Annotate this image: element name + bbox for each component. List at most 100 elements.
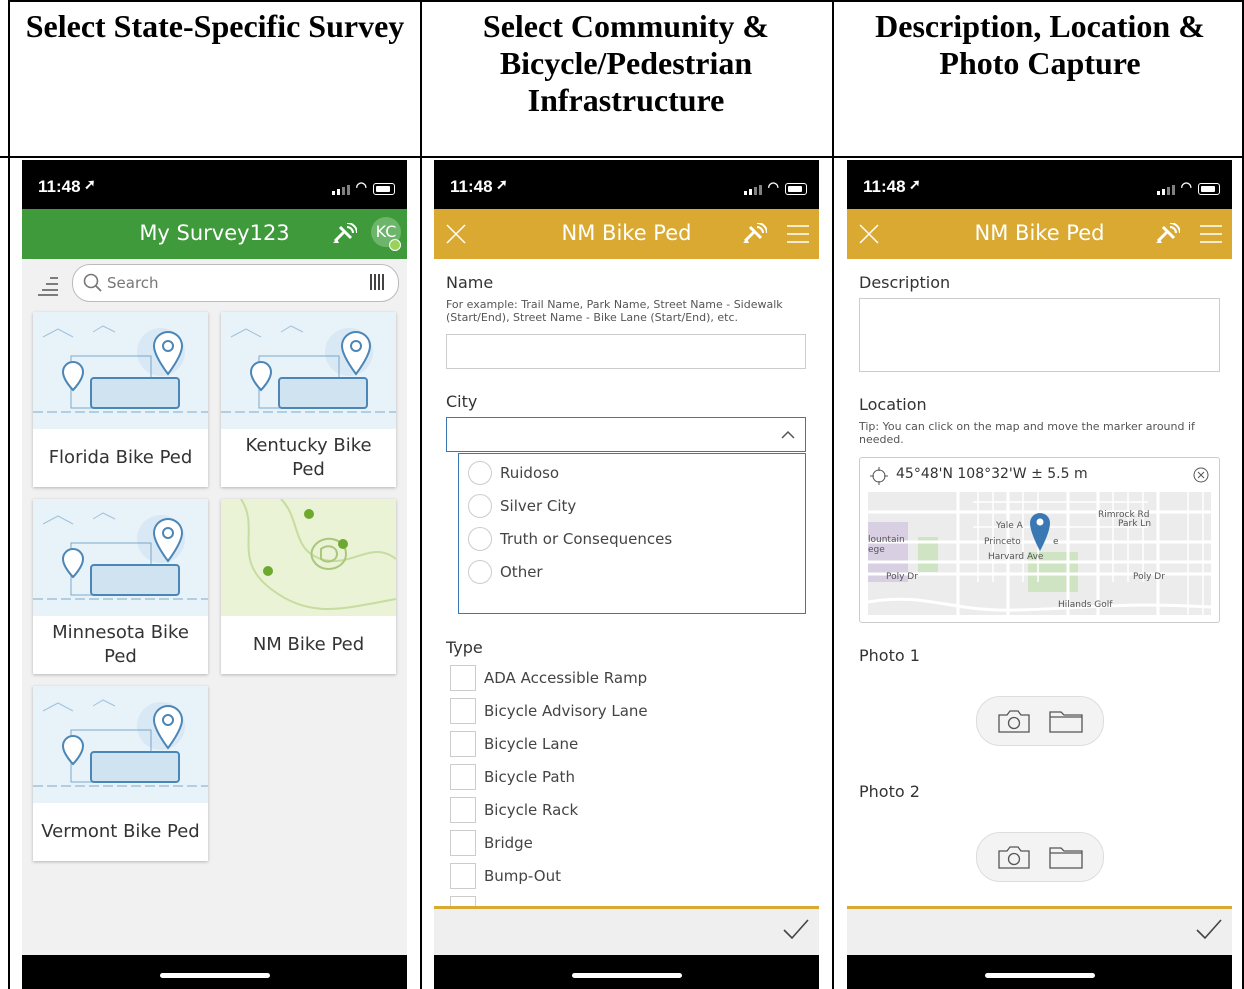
survey-card[interactable]: Minnesota Bike Ped bbox=[33, 499, 208, 674]
city-option-label: Other bbox=[500, 563, 543, 581]
city-option-label: Ruidoso bbox=[500, 464, 560, 482]
city-illustration-thumb bbox=[33, 312, 208, 429]
survey-card[interactable]: Vermont Bike Ped bbox=[33, 686, 208, 861]
clear-location-icon[interactable] bbox=[1193, 467, 1209, 483]
city-illustration-thumb bbox=[33, 499, 208, 616]
menu-icon[interactable] bbox=[1200, 225, 1222, 243]
city-select[interactable] bbox=[446, 417, 806, 452]
wifi-icon: ◠ bbox=[1180, 179, 1192, 194]
status-icons: ◠ bbox=[331, 179, 395, 195]
location-arrow-icon: ➚ bbox=[909, 176, 921, 192]
city-illustration-thumb bbox=[221, 312, 396, 429]
checkbox[interactable] bbox=[450, 764, 476, 790]
checkbox[interactable] bbox=[450, 665, 476, 691]
submit-check-icon[interactable] bbox=[1196, 919, 1222, 939]
home-indicator bbox=[847, 955, 1232, 989]
survey-card[interactable]: Florida Bike Ped bbox=[33, 312, 208, 487]
type-option[interactable]: Bicycle Path bbox=[450, 764, 575, 790]
gps-satellite-icon[interactable] bbox=[331, 223, 357, 245]
qr-code-icon[interactable] bbox=[370, 274, 386, 290]
camera-icon[interactable] bbox=[997, 708, 1031, 734]
status-time: 11:48 bbox=[863, 177, 906, 196]
city-option[interactable]: Other bbox=[468, 560, 543, 584]
radio-button[interactable] bbox=[468, 560, 492, 584]
search-input[interactable]: Search bbox=[72, 264, 399, 302]
battery-icon bbox=[1198, 183, 1220, 195]
gps-satellite-icon[interactable] bbox=[1154, 223, 1180, 245]
status-bar: 11:48 ➚ ◠ bbox=[434, 160, 819, 209]
form-footer bbox=[847, 906, 1232, 955]
type-option-label: Bump-Out bbox=[484, 867, 561, 885]
checkbox[interactable] bbox=[450, 830, 476, 856]
coordinates-readout: 45°48'N 108°32'W ± 5.5 m bbox=[896, 466, 1088, 482]
battery-icon bbox=[785, 183, 807, 195]
type-label: Type bbox=[446, 638, 483, 657]
map-label: Yale A bbox=[996, 521, 1023, 531]
folder-icon[interactable] bbox=[1049, 708, 1083, 734]
sort-icon[interactable] bbox=[38, 276, 58, 301]
type-option[interactable]: Bicycle Lane bbox=[450, 731, 578, 757]
checkbox[interactable] bbox=[450, 731, 476, 757]
map-marker-icon[interactable] bbox=[1029, 512, 1051, 552]
checkbox[interactable] bbox=[450, 797, 476, 823]
status-icons: ◠ bbox=[743, 179, 807, 195]
city-option[interactable]: Silver City bbox=[468, 494, 576, 518]
crosshair-icon bbox=[870, 467, 888, 485]
map-label: lountain bbox=[868, 535, 905, 545]
city-label: City bbox=[446, 392, 478, 411]
status-time: 11:48 bbox=[450, 177, 493, 196]
battery-icon bbox=[373, 183, 395, 195]
location-panel: 45°48'N 108°32'W ± 5.5 m Rimrock Rd Park… bbox=[859, 457, 1220, 623]
photo2-label: Photo 2 bbox=[859, 782, 920, 801]
submit-check-icon[interactable] bbox=[783, 919, 809, 939]
type-option[interactable]: Bridge bbox=[450, 830, 533, 856]
photo1-label: Photo 1 bbox=[859, 646, 920, 665]
description-field[interactable] bbox=[859, 298, 1220, 372]
location-arrow-icon: ➚ bbox=[84, 176, 96, 192]
photo2-capture bbox=[976, 832, 1104, 882]
name-field[interactable] bbox=[446, 334, 806, 369]
city-option[interactable]: Ruidoso bbox=[468, 461, 559, 485]
location-label: Location bbox=[859, 395, 927, 414]
survey-card-label: NM Bike Ped bbox=[252, 634, 365, 655]
column-heading-2: Select Community & Bicycle/Pedestrian In… bbox=[482, 8, 770, 118]
survey-card[interactable]: Kentucky Bike Ped bbox=[221, 312, 396, 487]
type-option[interactable]: ADA Accessible Ramp bbox=[450, 665, 647, 691]
survey-card-label: Minnesota Bike Ped bbox=[52, 622, 189, 667]
type-option[interactable]: Bicycle Advisory Lane bbox=[450, 698, 648, 724]
camera-icon[interactable] bbox=[997, 844, 1031, 870]
location-arrow-icon: ➚ bbox=[496, 176, 508, 192]
status-bar: 11:48 ➚ ◠ bbox=[847, 160, 1232, 209]
location-map[interactable]: Rimrock Rd Park Ln Yale A lountain ege P… bbox=[868, 492, 1211, 615]
map-label: ege bbox=[868, 545, 885, 555]
checkbox[interactable] bbox=[450, 863, 476, 889]
radio-button[interactable] bbox=[468, 461, 492, 485]
name-hint: For example: Trail Name, Park Name, Stre… bbox=[446, 298, 783, 324]
phone-my-survey: 11:48 ➚ ◠ My Survey123 KC Search Florida… bbox=[22, 160, 407, 989]
topo-map-thumb bbox=[221, 499, 396, 616]
type-option[interactable]: Bicycle Rack bbox=[450, 797, 578, 823]
column-heading-3: Description, Location & Photo Capture bbox=[875, 8, 1205, 81]
city-option[interactable]: Truth or Consequences bbox=[468, 527, 672, 551]
type-option-label: Bicycle Advisory Lane bbox=[484, 702, 648, 720]
map-label: Harvard Ave bbox=[988, 552, 1044, 562]
phone-nm-form-location: 11:48 ➚ ◠ NM Bike Ped Description Locati… bbox=[847, 160, 1232, 989]
type-option[interactable]: Bump-Out bbox=[450, 863, 561, 889]
map-label: e bbox=[1053, 537, 1059, 547]
type-option-label: ADA Accessible Ramp bbox=[484, 669, 648, 687]
table-border-mid2 bbox=[832, 0, 834, 989]
checkbox[interactable] bbox=[450, 698, 476, 724]
menu-icon[interactable] bbox=[787, 225, 809, 243]
app-bar: My Survey123 KC bbox=[22, 209, 407, 259]
status-bar: 11:48 ➚ ◠ bbox=[22, 160, 407, 209]
search-placeholder: Search bbox=[107, 274, 159, 292]
radio-button[interactable] bbox=[468, 494, 492, 518]
table-border-mid1 bbox=[420, 0, 422, 989]
radio-button[interactable] bbox=[468, 527, 492, 551]
folder-icon[interactable] bbox=[1049, 844, 1083, 870]
survey-card[interactable]: NM Bike Ped bbox=[221, 499, 396, 674]
map-label: Poly Dr bbox=[1133, 572, 1165, 582]
signal-icon bbox=[1156, 185, 1175, 195]
gps-satellite-icon[interactable] bbox=[741, 223, 767, 245]
city-option-label: Silver City bbox=[500, 497, 577, 515]
